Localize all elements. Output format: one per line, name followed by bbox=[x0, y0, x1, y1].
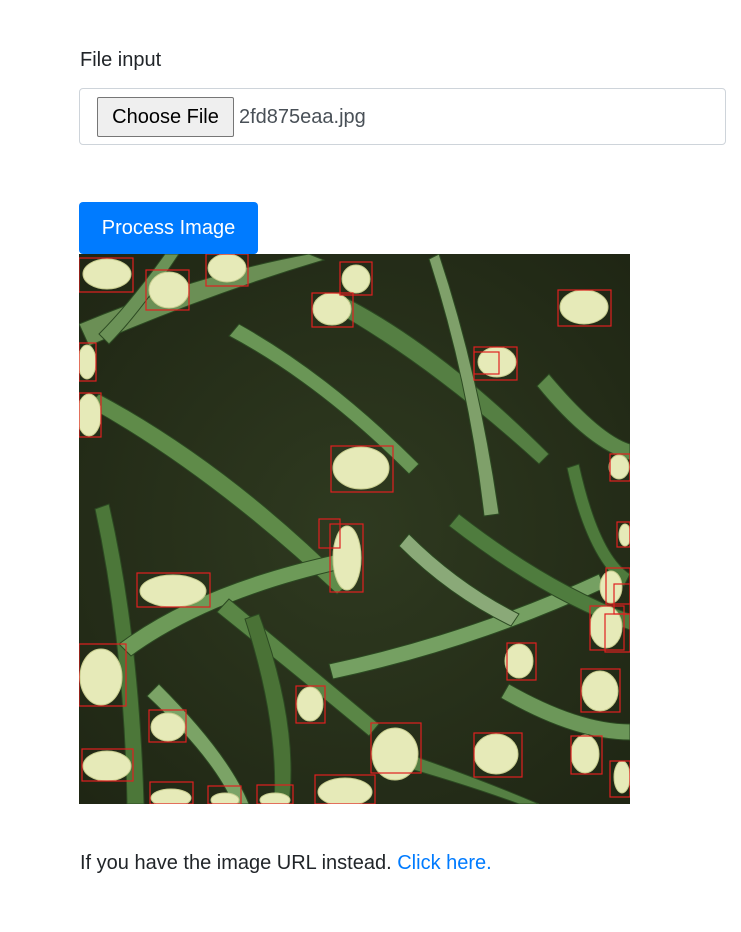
url-prompt-text: If you have the image URL instead. bbox=[80, 852, 392, 874]
choose-file-button[interactable]: Choose File bbox=[97, 97, 234, 137]
process-image-button[interactable]: Process Image bbox=[79, 202, 258, 254]
processed-image bbox=[79, 254, 630, 804]
url-input-link[interactable]: Click here. bbox=[397, 852, 491, 874]
selected-file-name: 2fd875eaa.jpg bbox=[239, 106, 366, 128]
file-input-field[interactable]: Choose File 2fd875eaa.jpg bbox=[79, 88, 726, 145]
file-input-label: File input bbox=[80, 49, 162, 71]
image-url-prompt: If you have the image URL instead. Click… bbox=[80, 851, 492, 875]
